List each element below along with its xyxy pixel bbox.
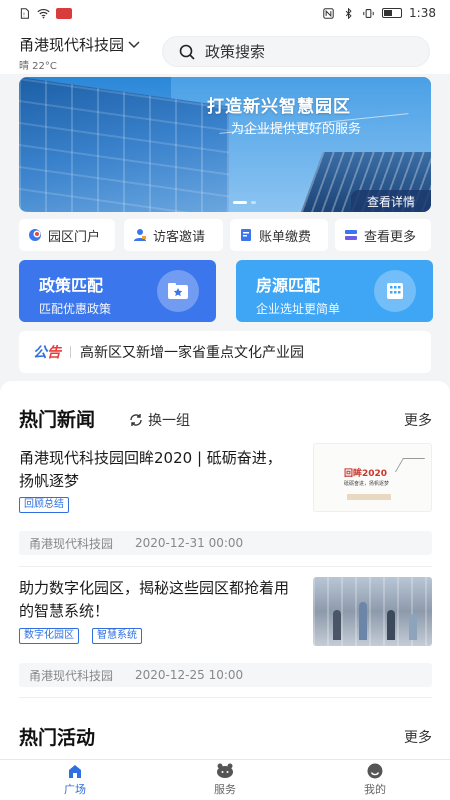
bluetooth-icon xyxy=(345,7,352,19)
portal-icon xyxy=(29,229,41,241)
thumbnail-title: 回眸2020 xyxy=(344,469,388,479)
search-input[interactable]: 政策搜索 xyxy=(162,36,430,67)
search-placeholder: 政策搜索 xyxy=(205,43,266,61)
status-time: 1:38 xyxy=(409,6,436,20)
announcement-tag: 公告 xyxy=(33,345,61,361)
folder-star-icon xyxy=(157,270,199,312)
thumbnail-ribbon xyxy=(347,494,391,500)
nav-label: 服务 xyxy=(214,783,236,796)
nfc-icon xyxy=(323,7,334,19)
news-tag: 智慧系统 xyxy=(92,628,142,644)
location-selector[interactable]: 甬港现代科技园 晴 22°C xyxy=(19,34,140,72)
news-item-title[interactable]: 甬港现代科技园回眸2020 | 砥砺奋进，扬帆逐梦 xyxy=(19,447,289,493)
header: 甬港现代科技园 晴 22°C 政策搜索 xyxy=(0,26,450,74)
bottom-nav: 广场 服务 我的 xyxy=(0,759,450,800)
news-date: 2020-12-25 10:00 xyxy=(135,668,244,682)
nav-tab-services[interactable]: 服务 xyxy=(150,760,300,800)
search-icon xyxy=(179,44,195,60)
news-source: 甬港现代科技园 xyxy=(29,536,114,551)
news-thumbnail[interactable] xyxy=(313,577,432,646)
news-tag: 回顾总结 xyxy=(19,497,69,513)
nav-label: 广场 xyxy=(64,783,86,796)
thumbnail-figure xyxy=(387,610,395,640)
status-bar: ! 1:38 xyxy=(0,0,450,26)
nav-tab-plaza[interactable]: 广场 xyxy=(0,760,150,800)
refresh-icon xyxy=(130,414,142,426)
visitor-icon xyxy=(134,229,146,241)
news-tag: 数字化园区 xyxy=(19,628,79,644)
nav-tab-me[interactable]: 我的 xyxy=(300,760,450,800)
announcement-text: 高新区又新增一家省重点文化产业园 xyxy=(80,345,304,361)
bill-icon xyxy=(241,229,251,241)
events-more-link[interactable]: 更多 xyxy=(404,727,432,747)
quick-link-label: 园区门户 xyxy=(48,229,101,245)
banner-title: 打造新兴智慧园区 xyxy=(207,97,351,117)
news-thumbnail[interactable]: 回眸2020 砥砺奋进，扬帆逐梦 xyxy=(313,443,432,512)
quick-link-label: 账单缴费 xyxy=(259,229,312,245)
location-name: 甬港现代科技园 xyxy=(19,36,125,54)
thumbnail-figure xyxy=(359,602,367,640)
wifi-icon xyxy=(37,8,50,18)
svg-text:!: ! xyxy=(23,12,25,18)
refresh-button[interactable]: 换一组 xyxy=(128,410,190,430)
service-icon xyxy=(217,763,233,778)
hot-events-title: 热门活动 xyxy=(19,727,96,749)
quick-link-portal[interactable]: 园区门户 xyxy=(19,219,115,251)
news-divider xyxy=(19,697,432,698)
news-meta: 甬港现代科技园 2020-12-31 00:00 xyxy=(19,531,432,555)
thumbnail-figure xyxy=(333,610,341,640)
news-meta: 甬港现代科技园 2020-12-25 10:00 xyxy=(19,663,432,687)
quick-link-label: 查看更多 xyxy=(364,229,417,245)
promo-banner[interactable]: 打造新兴智慧园区 为企业提供更好的服务 查看详情 xyxy=(19,77,431,212)
refresh-label: 换一组 xyxy=(148,413,190,429)
housing-match-card[interactable]: 房源匹配 企业选址更简单 xyxy=(236,260,433,322)
home-icon xyxy=(69,765,81,778)
news-date: 2020-12-31 00:00 xyxy=(135,536,244,550)
quick-link-bills[interactable]: 账单缴费 xyxy=(230,219,328,251)
announcement-bar[interactable]: 公告 高新区又新增一家省重点文化产业园 xyxy=(19,331,431,373)
vibrate-icon xyxy=(363,8,374,18)
nav-label: 我的 xyxy=(364,783,386,796)
hot-news-title: 热门新闻 xyxy=(19,409,96,431)
announcement-divider xyxy=(70,346,71,358)
chevron-down-icon xyxy=(128,40,140,48)
policy-match-card[interactable]: 政策匹配 匹配优惠政策 xyxy=(19,260,216,322)
thumbnail-line: 砥砺奋进，扬帆逐梦 xyxy=(344,481,390,487)
news-divider xyxy=(19,566,432,567)
battery-icon xyxy=(382,8,403,18)
banner-pagination xyxy=(233,201,256,204)
quick-link-more[interactable]: 查看更多 xyxy=(335,219,431,251)
banner-subtitle: 为企业提供更好的服务 xyxy=(231,122,362,137)
quick-link-label: 访客邀请 xyxy=(153,229,206,245)
content-section: 热门新闻 换一组 更多 甬港现代科技园回眸2020 | 砥砺奋进，扬帆逐梦 回顾… xyxy=(0,381,450,759)
view-details-button[interactable]: 查看详情 xyxy=(351,190,431,212)
news-item-title[interactable]: 助力数字化园区，揭秘这些园区都抢着用的智慧系统！ xyxy=(19,577,289,623)
weather-text: 晴 22°C xyxy=(19,61,57,72)
thumbnail-figure xyxy=(409,614,417,640)
news-more-link[interactable]: 更多 xyxy=(404,410,432,430)
quick-link-visitor[interactable]: 访客邀请 xyxy=(124,219,223,251)
building-icon xyxy=(374,270,416,312)
thumbnail-graphic xyxy=(394,458,426,472)
news-source: 甬港现代科技园 xyxy=(29,668,114,683)
sim-icon: ! xyxy=(20,7,29,19)
more-icon xyxy=(345,230,357,240)
profile-icon xyxy=(367,763,383,779)
notification-icon xyxy=(56,7,72,19)
